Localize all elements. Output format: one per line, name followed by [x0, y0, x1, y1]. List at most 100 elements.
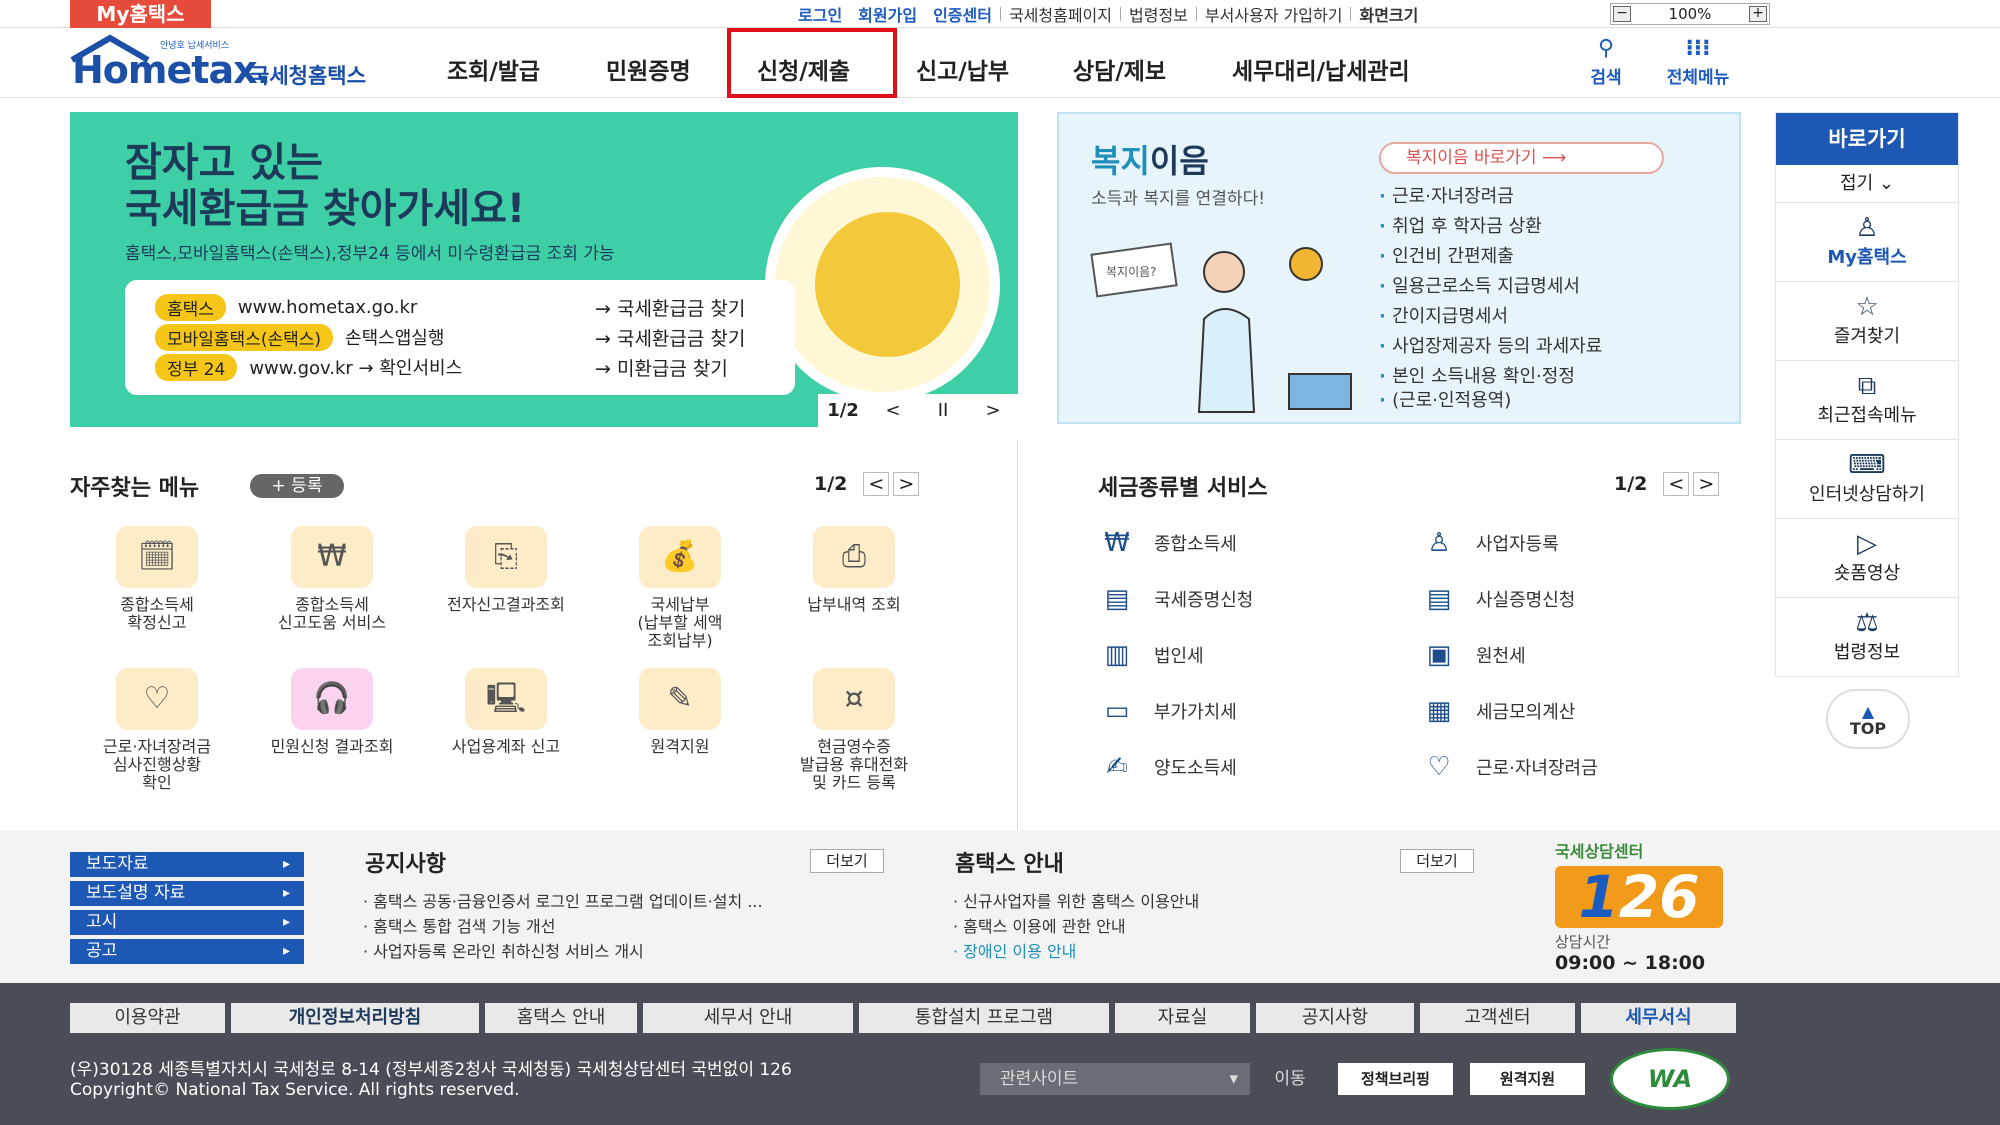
tax-service-item[interactable]: ₩ 종합소득세: [1094, 528, 1237, 558]
fav-item[interactable]: 🖳 사업용계좌 신고: [421, 668, 591, 756]
notice-more-button[interactable]: 더보기: [810, 849, 884, 873]
tax-services-prev-button[interactable]: <: [1663, 472, 1690, 496]
tax-service-label: 국세증명신청: [1154, 590, 1254, 611]
fav-item[interactable]: ₩ 종합소득세 신고도움 서비스: [247, 526, 417, 632]
notice-item[interactable]: 홈택스 통합 검색 기능 개선: [363, 914, 555, 939]
quick-item-online-consult[interactable]: ⌨ 인터넷상담하기: [1776, 440, 1958, 519]
welfare-item[interactable]: 인건비 간편제출: [1379, 242, 1602, 272]
tax-service-item[interactable]: ▥ 법인세: [1094, 640, 1204, 670]
fav-item[interactable]: ⎙ 납부내역 조회: [769, 526, 939, 614]
tax-service-item[interactable]: ♙ 사업자등록: [1416, 528, 1558, 558]
fav-item[interactable]: ¤ 현금영수증 발급용 휴대전화 및 카드 등록: [769, 668, 939, 792]
footer-tab-hometax-guide[interactable]: 홈택스 안내: [485, 1003, 637, 1033]
banner-pause-button[interactable]: II: [918, 400, 968, 421]
quick-item-label: My홈택스: [1827, 247, 1907, 268]
nav-inquiry-issue[interactable]: 조회/발급: [447, 52, 540, 86]
welfare-link-box: 복지이음 소득과 복지를 연결하다! 복지이음 바로가기 ⟶ 복지이음? 근로·…: [1057, 112, 1741, 424]
nts-homepage-link[interactable]: 국세청홈페이지: [1001, 2, 1120, 26]
quick-item-favorites[interactable]: ☆ 즐겨찾기: [1776, 282, 1958, 361]
nav-consult-report[interactable]: 상담/제보: [1073, 52, 1166, 86]
nav-report-pay[interactable]: 신고/납부: [916, 52, 1009, 86]
tax-service-item[interactable]: ▭ 부가가치세: [1094, 696, 1237, 726]
fav-item[interactable]: ♡ 근로·자녀장려금 심사진행상황 확인: [72, 668, 242, 792]
favorites-prev-button[interactable]: <: [863, 472, 890, 496]
welfare-item[interactable]: 사업장제공자 등의 과세자료: [1379, 332, 1602, 362]
notice-gosi-button[interactable]: 고시: [70, 910, 304, 935]
fav-item[interactable]: ⎘ 전자신고결과조회: [421, 526, 591, 614]
nav-tax-agent[interactable]: 세무대리/납세관리: [1232, 52, 1410, 86]
footer-tab-office-guide[interactable]: 세무서 안내: [643, 1003, 853, 1033]
all-menu-button[interactable]: ⁝⁝⁝ 전체메뉴: [1656, 36, 1740, 88]
announcement-button[interactable]: 공고: [70, 939, 304, 964]
remote-support-button[interactable]: 원격지원: [1470, 1063, 1585, 1095]
footer-tab-notice[interactable]: 공지사항: [1256, 1003, 1414, 1033]
welfare-item[interactable]: 근로·자녀장려금: [1379, 182, 1602, 212]
quick-item-label: 법령정보: [1833, 642, 1901, 663]
recent-icon: ⧉: [1857, 371, 1877, 401]
favorites-next-button[interactable]: >: [893, 472, 920, 496]
related-sites-select[interactable]: 관련사이트: [980, 1063, 1250, 1095]
quick-item-shorts[interactable]: ▷ 숏폼영상: [1776, 519, 1958, 598]
banner-row[interactable]: 모바일홈택스(손택스) 손택스앱실행 → 국세환급금 찾기: [155, 323, 745, 351]
scroll-top-button[interactable]: ▲ TOP: [1826, 689, 1910, 749]
dept-user-signup-link[interactable]: 부서사용자 가입하기: [1197, 2, 1351, 26]
number-part-b: 26: [1618, 863, 1700, 931]
footer-tab-install[interactable]: 통합설치 프로그램: [859, 1003, 1109, 1033]
press-explanation-button[interactable]: 보도설명 자료: [70, 881, 304, 906]
notice-item[interactable]: 홈택스 공동·금융인증서 로그인 프로그램 업데이트·설치 ...: [363, 889, 762, 914]
policy-briefing-button[interactable]: 정책브리핑: [1338, 1063, 1453, 1095]
press-release-button[interactable]: 보도자료: [70, 852, 304, 877]
login-link[interactable]: 로그인: [790, 2, 850, 26]
my-hometax-button[interactable]: My홈택스: [70, 0, 211, 28]
guide-more-button[interactable]: 더보기: [1400, 849, 1474, 873]
refund-banner[interactable]: 잠자고 있는 국세환급금 찾아가세요! 홈택스,모바일홈택스(손택스),정부24…: [70, 112, 1018, 427]
tax-service-item[interactable]: ▤ 국세증명신청: [1094, 584, 1254, 614]
law-info-link[interactable]: 법령정보: [1121, 2, 1196, 26]
banner-row[interactable]: 정부 24 www.gov.kr → 확인서비스 → 미환급금 찾기: [155, 353, 728, 381]
move-button[interactable]: 이동: [1255, 1063, 1325, 1095]
welfare-go-button[interactable]: 복지이음 바로가기 ⟶: [1379, 142, 1664, 174]
notice-item[interactable]: 사업자등록 온라인 취하신청 서비스 개시: [363, 939, 644, 964]
fav-item[interactable]: 💰 국세납부 (납부할 세액 조회납부): [595, 526, 765, 650]
tax-service-item[interactable]: ▦ 세금모의계산: [1416, 696, 1576, 726]
quick-menu-fold-button[interactable]: 접기 ⌄: [1776, 165, 1958, 203]
consult-hours: 09:00 ~ 18:00: [1555, 952, 1706, 974]
tax-services-next-button[interactable]: >: [1693, 472, 1720, 496]
zoom-in-button[interactable]: +: [1748, 6, 1767, 22]
fav-item[interactable]: 🗓 종합소득세 확정신고: [72, 526, 242, 632]
quick-item-recent[interactable]: ⧉ 최근접속메뉴: [1776, 361, 1958, 440]
search-button[interactable]: ⚲ 검색: [1578, 36, 1634, 88]
nav-civil-certificate[interactable]: 민원증명: [606, 52, 691, 86]
tax-service-item[interactable]: ✍ 양도소득세: [1094, 752, 1237, 782]
tax-service-item[interactable]: ▣ 원천세: [1416, 640, 1526, 670]
zoom-out-button[interactable]: −: [1613, 6, 1631, 22]
guide-item[interactable]: 홈택스 이용에 관한 안내: [953, 914, 1125, 939]
welfare-item[interactable]: 간이지급명세서: [1379, 302, 1602, 332]
tax-service-item[interactable]: ▤ 사실증명신청: [1416, 584, 1576, 614]
banner-next-button[interactable]: >: [968, 400, 1018, 421]
quick-item-law-info[interactable]: ⚖ 법령정보: [1776, 598, 1958, 677]
guide-item[interactable]: 신규사업자를 위한 홈택스 이용안내: [953, 889, 1199, 914]
banner-prev-button[interactable]: <: [868, 400, 918, 421]
tax-service-label: 사실증명신청: [1476, 590, 1576, 611]
guide-item[interactable]: 장애인 이용 안내: [953, 939, 1076, 964]
hometax-logo[interactable]: 안녕호 납세서비스 Hometax. 국세청홈택스: [70, 34, 380, 92]
welfare-item[interactable]: 취업 후 학자금 상환: [1379, 212, 1602, 242]
quick-item-my-hometax[interactable]: ♙ My홈택스: [1776, 203, 1958, 282]
footer-tab-customer[interactable]: 고객센터: [1420, 1003, 1575, 1033]
banner-row[interactable]: 홈택스 www.hometax.go.kr → 국세환급금 찾기: [155, 293, 745, 321]
footer-tab-privacy[interactable]: 개인정보처리방침: [231, 1003, 479, 1033]
footer-tab-archive[interactable]: 자료실: [1115, 1003, 1250, 1033]
play-icon: ▷: [1857, 529, 1877, 559]
welfare-item[interactable]: 본인 소득내용 확인·정정: [1379, 362, 1602, 392]
fav-label: 확인: [142, 773, 172, 792]
fav-item[interactable]: ✎ 원격지원: [595, 668, 765, 756]
footer-tab-terms[interactable]: 이용약관: [70, 1003, 225, 1033]
signup-link[interactable]: 회원가입: [850, 2, 925, 26]
footer-tab-tax-forms[interactable]: 세무서식: [1581, 1003, 1736, 1033]
tax-service-item[interactable]: ♡ 근로·자녀장려금: [1416, 752, 1597, 782]
welfare-item[interactable]: 일용근로소득 지급명세서: [1379, 272, 1602, 302]
favorites-register-button[interactable]: + 등록: [250, 474, 344, 498]
cert-center-link[interactable]: 인증센터: [925, 2, 1000, 26]
fav-item[interactable]: 🎧 민원신청 결과조회: [247, 668, 417, 756]
